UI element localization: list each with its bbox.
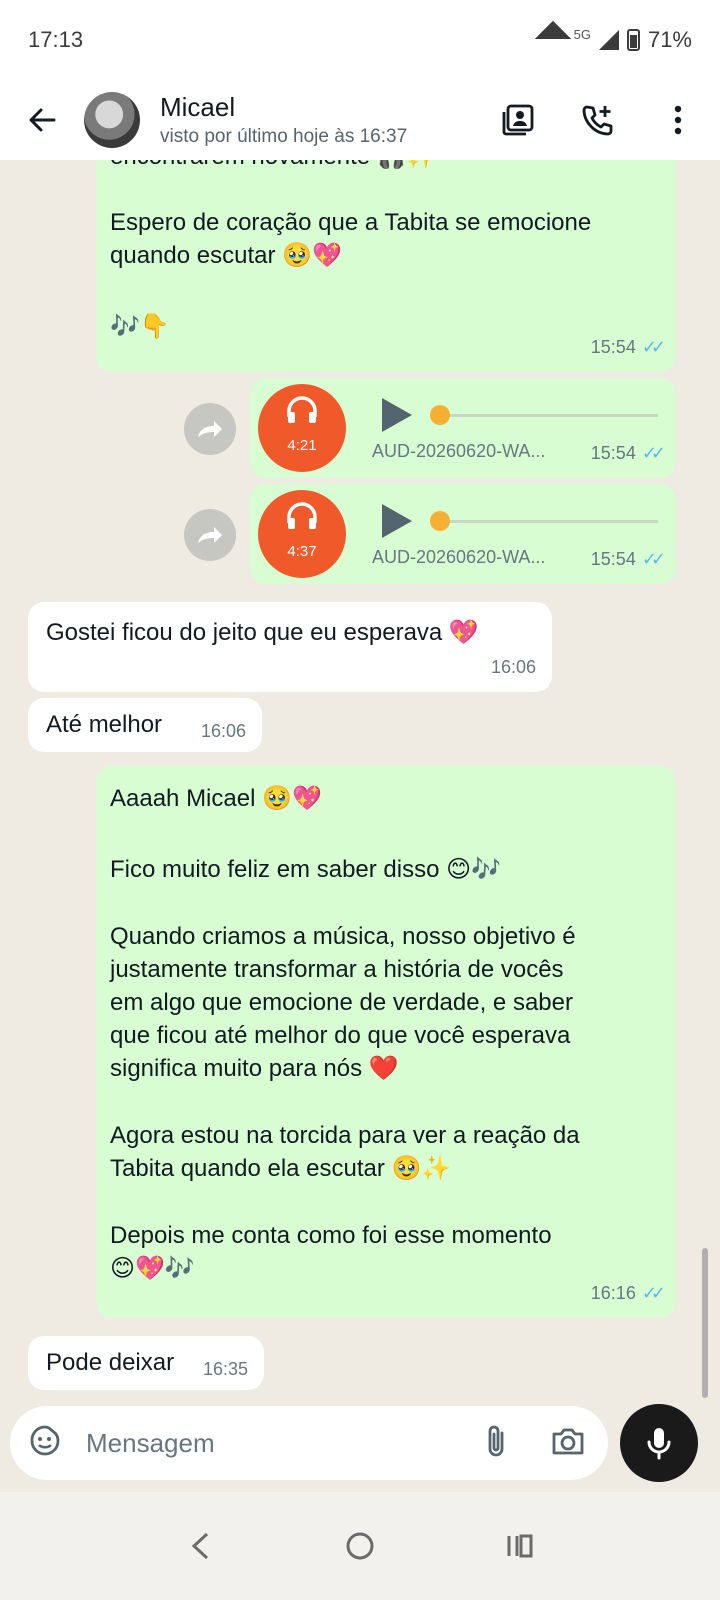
time-label: 16:16 [590,1283,636,1303]
contact-name: Micael [160,92,236,122]
nav-back-icon[interactable] [178,1524,222,1568]
network-type: 5G [573,26,591,42]
camera-icon[interactable] [550,1425,586,1462]
play-icon[interactable] [382,398,412,432]
headphones-icon [287,501,317,529]
mic-icon [647,1428,671,1460]
read-ticks-icon: ✓✓ [641,1283,666,1303]
message-outgoing[interactable]: encontrarem novamente 🎧✨ Espero de coraç… [96,160,676,372]
mic-button[interactable] [620,1404,698,1482]
read-ticks-icon: ✓✓ [641,337,666,357]
audio-duration: 4:21 [287,436,317,454]
time-label: 15:54 [590,337,636,357]
message-line: 🎶👇 [110,313,170,340]
message-line: Tabita quando ela escutar 🥹✨ [110,1155,452,1182]
message-time: 16:16 ✓✓ [590,1277,666,1310]
message-line: Quando criamos a música, nosso objetivo … [110,923,576,950]
back-arrow-icon[interactable] [22,100,62,140]
message-time: 16:06 [491,651,536,684]
message-text: Gostei ficou do jeito que eu esperava 💖 [46,619,479,646]
read-ticks-icon: ✓✓ [641,549,666,569]
status-time: 17:13 [28,27,84,52]
message-line: encontrarem novamente 🎧✨ [110,160,662,173]
message-composer[interactable]: Mensagem [10,1406,608,1480]
message-line: justamente transformar a história de voc… [110,956,564,983]
contact-last-seen: visto por último hoje às 16:37 [160,126,408,147]
audio-filename: AUD-20260620-WA... [372,441,546,461]
audio-progress-thumb[interactable] [430,405,450,425]
time-label: 15:54 [590,549,636,569]
audio-message[interactable]: 4:37 AUD-20260620-WA... 15:54 ✓✓ [250,484,676,584]
battery-level: 71% [647,27,692,52]
audio-progress-track[interactable] [436,414,658,417]
message-incoming[interactable]: Gostei ficou do jeito que eu esperava 💖 … [28,602,552,692]
message-line: Fico muito feliz em saber disso 😊🎶 [110,856,502,883]
message-time: 16:06 [201,715,246,748]
more-vert-icon[interactable] [660,102,696,138]
message-line: significa muito para nós ❤️ [110,1055,399,1082]
message-time: 16:35 [203,1353,248,1386]
wifi-icon [540,30,566,50]
status-icons: 5G 71% [540,27,692,53]
contact-card-icon[interactable] [500,102,536,138]
message-line: em algo que emocione de verdade, e saber [110,989,573,1016]
nav-recents-icon[interactable] [498,1524,542,1568]
audio-filename: AUD-20260620-WA... [372,547,546,567]
message-line: Aaaah Micael 🥹💖 [110,785,322,812]
message-line: 😊💖🎶 [110,1255,195,1282]
message-input[interactable]: Mensagem [86,1428,484,1459]
nav-home-icon[interactable] [338,1524,382,1568]
status-bar: 17:13 5G 71% [0,0,720,80]
add-call-icon[interactable] [580,102,616,138]
audio-duration: 4:37 [287,542,317,560]
message-time: 15:54 ✓✓ [590,543,666,576]
time-label: 16:06 [490,657,536,677]
message-line: Agora estou na torcida para ver a reação… [110,1122,580,1149]
forward-icon[interactable] [184,403,236,455]
message-time: 15:54 ✓✓ [590,437,666,470]
audio-message[interactable]: 4:21 AUD-20260620-WA... 15:54 ✓✓ [250,378,676,478]
time-label: 16:35 [202,1359,248,1379]
paperclip-icon[interactable] [484,1423,508,1464]
message-time: 15:54 ✓✓ [590,331,666,364]
audio-avatar: 4:21 [258,384,346,472]
chat-header: Micael visto por último hoje às 16:37 [0,80,720,160]
audio-avatar: 4:37 [258,490,346,578]
system-nav-bar [0,1492,720,1600]
avatar[interactable] [84,92,140,148]
message-line: quando escutar 🥹💖 [110,242,342,269]
play-icon[interactable] [382,504,412,538]
forward-icon[interactable] [184,509,236,561]
message-incoming[interactable]: Pode deixar 16:35 [28,1336,264,1390]
message-line: Espero de coração que a Tabita se emocio… [110,209,592,236]
headphones-icon [287,395,317,423]
signal-icon [598,30,619,50]
chat-area[interactable]: encontrarem novamente 🎧✨ Espero de coraç… [0,160,720,1410]
message-line: que ficou até melhor do que você esperav… [110,1022,571,1049]
battery-icon [626,29,640,51]
audio-progress-track[interactable] [436,520,658,523]
chat-scrollbar[interactable] [702,1248,708,1398]
audio-progress-thumb[interactable] [430,511,450,531]
message-line: Depois me conta como foi esse momento [110,1222,552,1249]
read-ticks-icon: ✓✓ [641,443,666,463]
sticker-icon[interactable] [28,1424,62,1463]
time-label: 15:54 [590,443,636,463]
message-incoming[interactable]: Até melhor 16:06 [28,698,262,752]
contact-info[interactable]: Micael visto por último hoje às 16:37 [160,92,500,148]
time-label: 16:06 [200,721,246,741]
message-outgoing[interactable]: Aaaah Micael 🥹💖 Fico muito feliz em sabe… [96,766,676,1318]
